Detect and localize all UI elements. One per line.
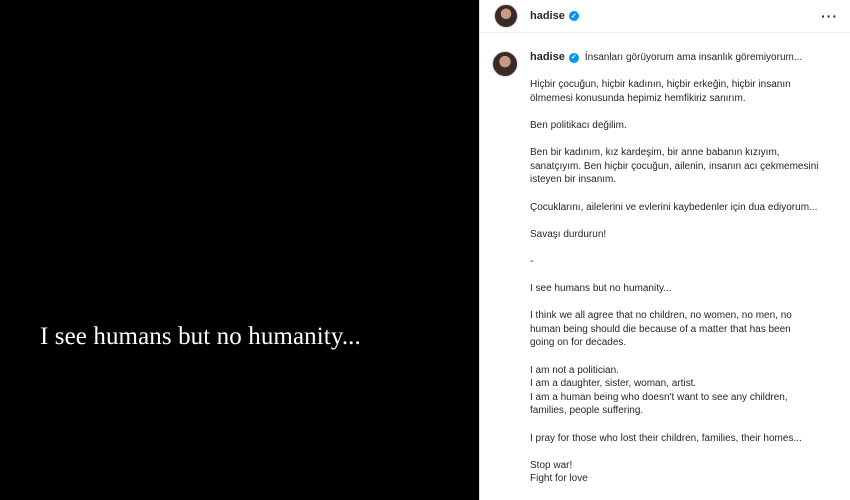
caption-line: Stop war! <box>530 459 573 471</box>
caption-paragraph: I think we all agree that no children, n… <box>530 309 836 350</box>
caption-paragraph: Savaşı durdurun! <box>530 228 836 242</box>
caption-paragraph: - <box>530 255 836 269</box>
caption-line: I pray for those who lost their children… <box>530 432 802 444</box>
caption-paragraph: Ben politikacı değilim. <box>530 119 836 133</box>
avatar[interactable] <box>494 4 518 28</box>
caption-line: I am a human being who doesn't want to s… <box>530 391 788 403</box>
caption-line: ölmemesi konusunda hepimiz hemfikiriz sa… <box>530 92 746 104</box>
caption-username[interactable]: hadise <box>530 51 565 65</box>
caption-paragraph: Ben bir kadınım, kız kardeşim, bir anne … <box>530 146 836 187</box>
caption-line: Hiçbir çocuğun, hiçbir kadının, hiçbir e… <box>530 79 791 91</box>
post-sidebar: hadise ✓ ··· hadise ✓ İnsanları görüyoru… <box>479 0 850 500</box>
caption-paragraph: I see humans but no humanity... <box>530 282 836 296</box>
verified-badge-icon: ✓ <box>568 52 579 63</box>
post-media[interactable]: I see humans but no humanity... <box>0 0 479 500</box>
caption-line: Ben bir kadınım, kız kardeşim, bir anne … <box>530 147 780 159</box>
caption-line: isteyen bir insanım. <box>530 174 617 186</box>
caption-paragraph: I pray for those who lost their children… <box>530 432 836 446</box>
post-header: hadise ✓ ··· <box>480 0 850 33</box>
caption-line: sanatçıyım. Ben hiçbir çocuğun, ailenin,… <box>530 160 819 172</box>
caption-body: hadise ✓ İnsanları görüyorum ama insanlı… <box>530 49 836 486</box>
caption-line: - <box>530 255 534 267</box>
caption-line: Savaşı durdurun! <box>530 228 607 240</box>
caption-avatar[interactable] <box>492 51 518 77</box>
caption-line: I am a daughter, sister, woman, artist. <box>530 378 697 390</box>
caption-line: families, people suffering. <box>530 405 644 417</box>
caption-first-line: hadise ✓ İnsanları görüyorum ama insanlı… <box>530 51 836 65</box>
caption-line: going on for decades. <box>530 337 627 349</box>
caption-line: Ben politikacı değilim. <box>530 119 627 131</box>
header-username[interactable]: hadise <box>530 10 565 22</box>
verified-badge-icon: ✓ <box>568 11 579 21</box>
caption-line: Çocuklarını, ailelerini ve evlerini kayb… <box>530 201 818 213</box>
media-caption-text: I see humans but no humanity... <box>40 323 361 350</box>
caption-line: human being should die because of a matt… <box>530 323 791 335</box>
caption-intro: İnsanları görüyorum ama insanlık göremiy… <box>584 52 803 63</box>
caption-line: I think we all agree that no children, n… <box>530 310 792 322</box>
post-caption: hadise ✓ İnsanları görüyorum ama insanlı… <box>480 33 850 486</box>
caption-line: I see humans but no humanity... <box>530 283 672 295</box>
caption-line: I am not a politician. <box>530 364 619 376</box>
caption-paragraph: Stop war! Fight for love <box>530 459 836 486</box>
caption-paragraph: Hiçbir çocuğun, hiçbir kadının, hiçbir e… <box>530 78 836 105</box>
caption-paragraph: Çocuklarını, ailelerini ve evlerini kayb… <box>530 201 836 215</box>
more-horizontal-icon[interactable]: ··· <box>821 8 838 24</box>
caption-line: Fight for love <box>530 473 588 485</box>
caption-paragraph: I am not a politician. I am a daughter, s… <box>530 364 836 418</box>
caption-paragraphs: Hiçbir çocuğun, hiçbir kadının, hiçbir e… <box>530 78 836 486</box>
